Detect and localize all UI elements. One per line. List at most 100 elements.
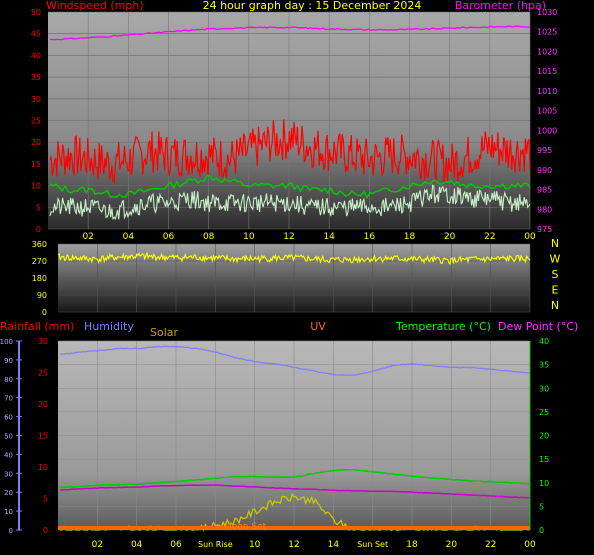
wind-y-tick-label: 20 — [31, 138, 41, 147]
humidity-label: Humidity — [84, 320, 134, 333]
temperature-tick-label: 30 — [539, 384, 549, 393]
temperature-tick-label: 20 — [539, 432, 549, 441]
climate-x-tick-label: 22 — [485, 540, 496, 550]
direction-tick-label: 270 — [32, 257, 47, 266]
barometer-tick-label: 1025 — [537, 28, 557, 37]
climate-x-tick-label: 12 — [288, 540, 299, 550]
solar-label: Solar — [150, 326, 179, 339]
temperature-tick-label: 35 — [539, 361, 549, 370]
climate-x-tick-label: 20 — [446, 540, 458, 550]
direction-tick-label: 90 — [37, 291, 47, 300]
wind-axis-label: Windspeed (mph) — [46, 0, 144, 12]
wind-y-tick-label: 45 — [31, 30, 41, 39]
barometer-tick-label: 1020 — [537, 47, 557, 56]
wind-x-tick-label: 00 — [524, 232, 536, 242]
climate-x-tick-label: 10 — [249, 540, 261, 550]
wind-y-tick-label: 15 — [31, 160, 41, 169]
wind-x-tick-label: 18 — [404, 232, 416, 242]
wind-x-tick-label: 20 — [444, 232, 456, 242]
wind-x-tick-label: 04 — [123, 232, 135, 242]
barometer-tick-label: 995 — [537, 146, 552, 155]
compass-labels: NWSEN — [550, 237, 561, 312]
weather-graph: 05101520253035404550 9759809859909951000… — [0, 0, 578, 550]
uv-label: UV — [310, 320, 326, 333]
rainfall-bar — [58, 526, 530, 530]
humidity-tick-label: 80 — [4, 376, 13, 384]
climate-x-tick-label: 14 — [328, 540, 340, 550]
climate-x-axis: 02 04 06 Sun Rise 10 12 14 Sun Set 18 20 22 00 — [92, 540, 536, 550]
direction-tick-label: 0 — [42, 308, 47, 317]
climate-x-tick-label: Sun Set — [357, 540, 388, 549]
humidity-tick-label: 20 — [4, 489, 13, 497]
temperature-tick-label: 40 — [539, 337, 549, 346]
climate-x-tick-label: 04 — [131, 540, 143, 550]
humidity-tick-label: 10 — [4, 508, 13, 516]
compass-label: E — [552, 284, 559, 297]
wind-y-tick-label: 0 — [36, 225, 41, 234]
humidity-tick-label: 100 — [0, 338, 13, 346]
barometer-tick-label: 1010 — [537, 87, 557, 96]
rainfall-tick-label: 20 — [38, 400, 48, 409]
temperature-label: Temperature (°C) — [395, 320, 491, 333]
wind-y-tick-label: 5 — [36, 203, 41, 212]
compass-label: N — [551, 299, 559, 312]
dewpoint-label: Dew Point (°C) — [498, 320, 578, 333]
wind-x-tick-label: 08 — [203, 232, 215, 242]
humidity-tick-label: 40 — [4, 451, 13, 459]
humidity-tick-label: 30 — [4, 470, 13, 478]
temperature-tick-label: 0 — [539, 526, 544, 535]
wind-x-tick-label: 12 — [283, 232, 294, 242]
barometer-tick-label: 975 — [537, 225, 552, 234]
barometer-tick-label: 1015 — [537, 67, 557, 76]
direction-tick-label: 360 — [32, 240, 47, 249]
humidity-tick-label: 70 — [4, 395, 13, 403]
climate-x-tick-label: 02 — [92, 540, 103, 550]
climate-x-tick-label: 18 — [406, 540, 418, 550]
wind-x-tick-label: 06 — [163, 232, 175, 242]
wind-y-tick-label: 25 — [31, 117, 41, 126]
barometer-tick-label: 990 — [537, 166, 552, 175]
temperature-tick-label: 15 — [539, 455, 549, 464]
wind-x-tick-label: 10 — [243, 232, 255, 242]
barometer-axis: 9759809859909951000100510101015102010251… — [537, 8, 557, 234]
compass-label: S — [552, 268, 559, 281]
temperature-tick-label: 10 — [539, 479, 549, 488]
rainfall-tick-label: 30 — [38, 337, 48, 346]
compass-label: N — [551, 237, 559, 250]
wind-x-tick-label: 22 — [484, 232, 495, 242]
humidity-tick-label: 50 — [4, 433, 13, 441]
temperature-tick-label: 25 — [539, 408, 549, 417]
barometer-tick-label: 985 — [537, 186, 552, 195]
rainfall-tick-label: 10 — [38, 463, 48, 472]
humidity-tick-label: 90 — [4, 357, 13, 365]
wind-y-tick-label: 35 — [31, 73, 41, 82]
rainfall-tick-label: 25 — [38, 369, 48, 378]
temperature-axis: 0 5 10 15 20 25 30 35 40 — [529, 337, 549, 535]
direction-y-axis: 0 90 180 270 360 — [32, 240, 47, 317]
climate-x-tick-label: 06 — [170, 540, 182, 550]
barometer-tick-label: 1000 — [537, 126, 557, 135]
humidity-tick-label: 0 — [9, 527, 13, 535]
wind-y-tick-label: 10 — [31, 182, 41, 191]
rainfall-label: Rainfall (mm) — [0, 320, 74, 333]
direction-tick-label: 180 — [32, 274, 47, 283]
wind-x-axis: 02 04 06 08 10 12 14 16 18 20 22 00 — [82, 232, 536, 242]
wind-y-tick-label: 50 — [31, 8, 41, 17]
wind-y-tick-label: 40 — [31, 51, 41, 60]
moon-set-label: Moon Set — [224, 522, 267, 532]
humidity-axis: 0 10 20 30 40 50 60 70 80 90 100 — [0, 338, 22, 535]
wind-x-tick-label: 14 — [323, 232, 335, 242]
temperature-tick-label: 5 — [539, 502, 544, 511]
rainfall-tick-label: 0 — [43, 526, 48, 535]
climate-x-tick-label: Sun Rise — [198, 540, 233, 549]
barometer-tick-label: 1005 — [537, 107, 557, 116]
wind-x-tick-label: 02 — [82, 232, 93, 242]
rainfall-axis: 0 5 10 15 20 25 30 — [38, 337, 48, 535]
wind-y-tick-label: 30 — [31, 95, 41, 104]
rainfall-tick-label: 5 — [43, 495, 48, 504]
barometer-axis-label: Barometer (hpa) — [455, 0, 546, 12]
wind-x-tick-label: 16 — [364, 232, 376, 242]
barometer-tick-label: 980 — [537, 205, 552, 214]
compass-label: W — [550, 253, 561, 266]
humidity-tick-label: 60 — [4, 414, 13, 422]
